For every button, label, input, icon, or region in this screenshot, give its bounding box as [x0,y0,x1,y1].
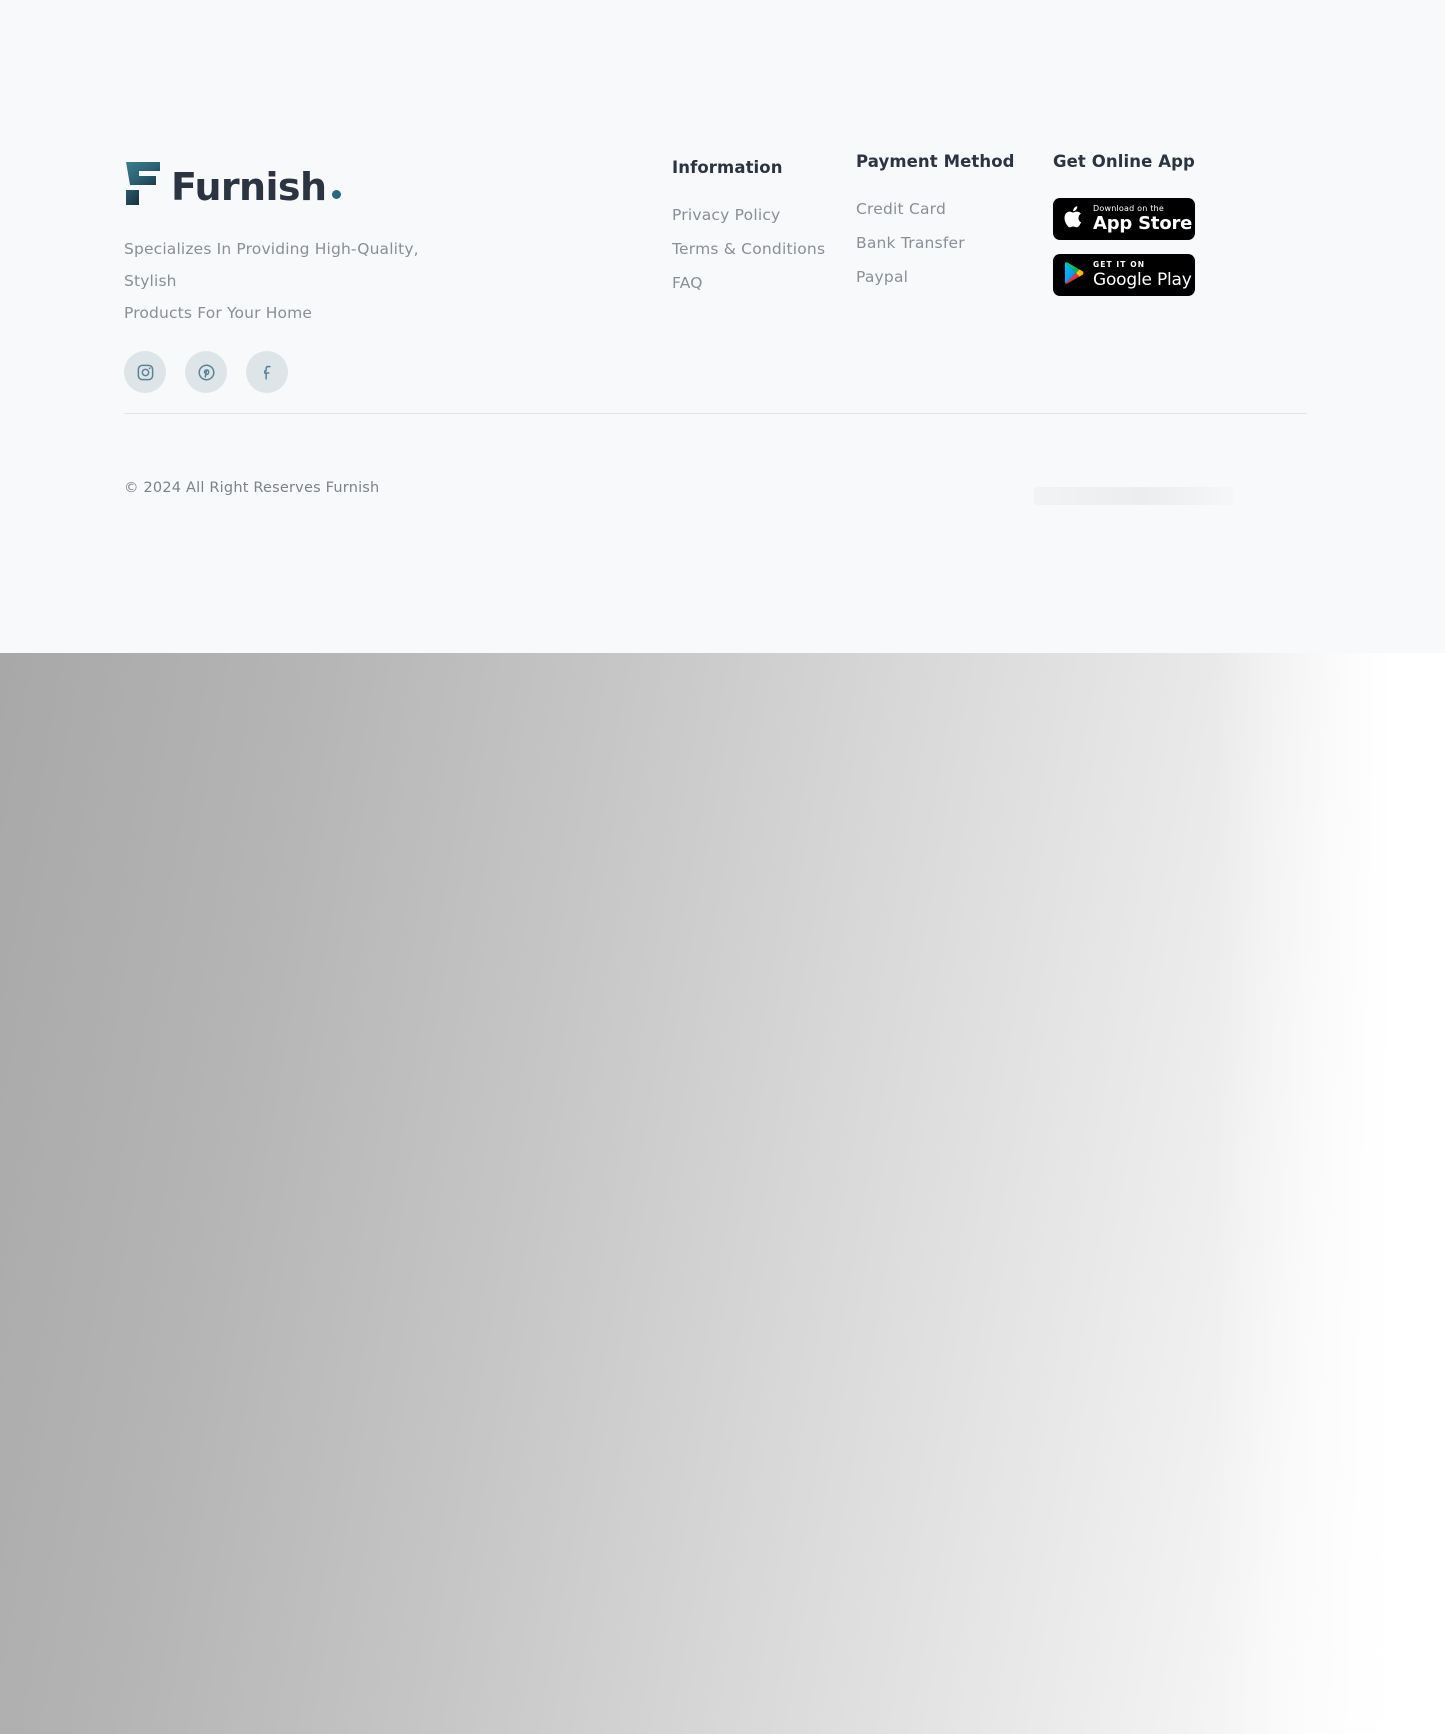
list-item: FAQ [672,273,825,292]
brand-logo[interactable]: Furnish [124,155,524,207]
payment-heading: Payment Method [856,152,1015,171]
information-heading: Information [672,158,783,177]
brand-tagline-line2: Products For Your Home [124,304,313,322]
page-root: Furnish Specializes In Providing High-Qu… [0,0,1445,1734]
link-faq[interactable]: FAQ [672,274,703,292]
brand-name: Furnish [171,165,327,209]
google-play-icon [1063,261,1085,289]
social-link-pinterest[interactable] [185,351,227,393]
link-terms-conditions[interactable]: Terms & Conditions [672,240,825,258]
list-item: Credit Card [856,199,1015,218]
pinterest-icon [197,363,216,382]
footer-content: Furnish Specializes In Providing High-Qu… [124,0,1322,653]
link-bank-transfer[interactable]: Bank Transfer [856,234,965,252]
google-play-badge-text: GET IT ON Google Play [1093,261,1192,289]
footer-brand-column: Furnish Specializes In Providing High-Qu… [124,155,524,393]
link-privacy-policy[interactable]: Privacy Policy [672,206,780,224]
list-item: Paypal [856,267,1015,286]
instagram-icon [136,363,155,382]
app-store-badge-text: Download on the App Store [1093,205,1192,233]
social-links [124,351,524,393]
site-footer: Furnish Specializes In Providing High-Qu… [0,0,1445,653]
list-item: Privacy Policy [672,205,825,224]
brand-wordmark: Furnish [171,165,342,209]
app-store-badge-title: App Store [1093,213,1193,234]
gradient-right-fade [1215,653,1445,1734]
social-link-instagram[interactable] [124,351,166,393]
information-links: Privacy Policy Terms & Conditions FAQ [672,205,825,292]
app-store-badge-subtitle: Download on the [1093,204,1164,213]
page-lower-gradient-area [0,653,1445,1734]
list-item: Bank Transfer [856,233,1015,252]
list-item: Terms & Conditions [672,239,825,258]
get-online-app-heading: Get Online App [1053,152,1195,171]
brand-dot-icon [332,190,342,199]
social-link-facebook[interactable] [246,351,288,393]
google-play-badge-title: Google Play [1093,269,1192,290]
google-play-badge[interactable]: GET IT ON Google Play [1053,254,1195,296]
store-badges: Download on the App Store GET IT ON Goog… [1053,198,1195,296]
link-paypal[interactable]: Paypal [856,268,908,286]
footer-column-information: Information Privacy Policy Terms & Condi… [672,158,825,292]
google-play-badge-subtitle: GET IT ON [1093,260,1146,270]
furnish-f-mark-icon [124,159,163,207]
footer-divider [124,413,1307,414]
brand-tagline: Specializes In Providing High-Quality, S… [124,233,454,329]
app-store-badge[interactable]: Download on the App Store [1053,198,1195,240]
brand-tagline-line1: Specializes In Providing High-Quality, S… [124,240,419,290]
payment-links: Credit Card Bank Transfer Paypal [856,199,1015,286]
copyright-text: © 2024 All Right Reserves Furnish [124,480,380,496]
facebook-icon [258,363,277,382]
footer-column-payment: Payment Method Credit Card Bank Transfer… [856,152,1015,286]
link-credit-card[interactable]: Credit Card [856,200,946,218]
apple-icon [1063,204,1085,234]
footer-column-app: Get Online App Download on the App Store [1053,152,1195,296]
footer-placeholder-strip [1034,487,1234,505]
